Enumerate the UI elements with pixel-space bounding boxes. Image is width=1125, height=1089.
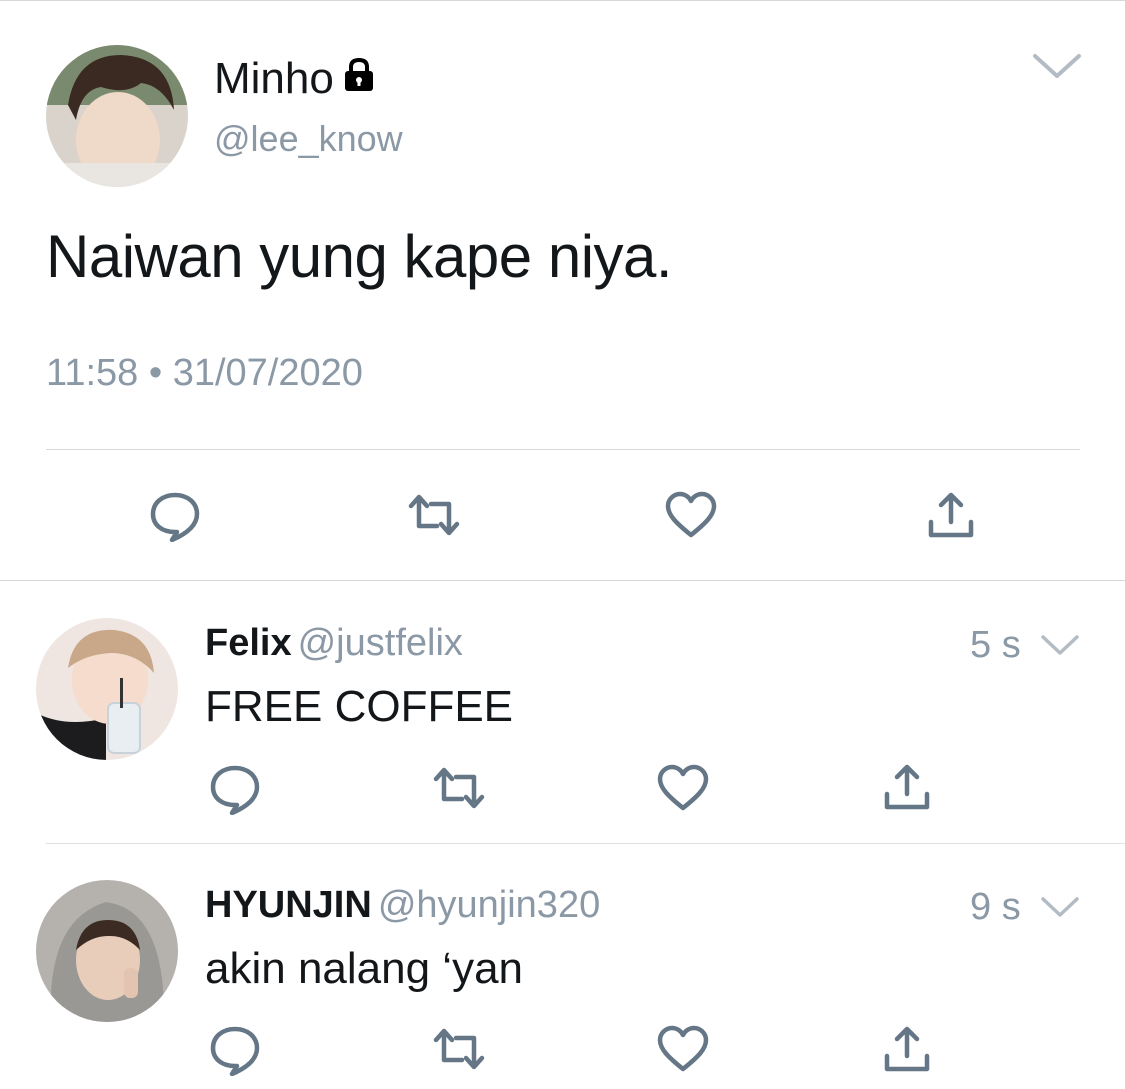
author-handle[interactable]: @lee_know [214,118,403,160]
avatar[interactable] [46,45,188,187]
reply-display-name: HYUNJIN [205,884,372,926]
lock-icon [342,54,376,104]
retweet-icon[interactable] [430,1028,488,1075]
tweet-text: Naiwan yung kape niya. [46,223,673,290]
heart-icon[interactable] [664,491,718,544]
reply-icon[interactable] [148,490,202,547]
reply-icon[interactable] [208,763,262,820]
avatar[interactable] [36,618,178,760]
reply-handle: @hyunjin320 [377,884,601,926]
top-divider [0,0,1125,1]
reply-timestamp[interactable]: 5 s [970,624,1021,667]
avatar[interactable] [36,880,178,1022]
author-display-name: Minho [214,54,334,103]
reply-author[interactable]: Felix @justfelix [205,622,463,665]
share-icon[interactable] [926,490,976,545]
heart-icon[interactable] [656,764,710,817]
tweet-timestamp[interactable]: 11:58 • 31/07/2020 [46,352,363,395]
reply-author[interactable]: HYUNJIN @hyunjin320 [205,884,600,927]
retweet-icon[interactable] [430,767,488,814]
author-name[interactable]: Minho [214,54,376,104]
heart-icon[interactable] [656,1025,710,1078]
reply-timestamp[interactable]: 9 s [970,886,1021,929]
share-icon[interactable] [882,1024,932,1079]
share-icon[interactable] [882,762,932,817]
chevron-down-icon[interactable] [1040,634,1080,663]
divider [46,843,1125,844]
divider [0,580,1125,581]
divider [46,449,1080,450]
reply-handle: @justfelix [297,622,463,664]
reply-display-name: Felix [205,622,292,664]
chevron-down-icon[interactable] [1032,52,1082,87]
reply-icon[interactable] [208,1024,262,1081]
reply-text: FREE COFFEE [205,682,514,731]
reply-text: akin nalang ‘yan [205,944,524,993]
retweet-icon[interactable] [405,494,463,541]
chevron-down-icon[interactable] [1040,896,1080,925]
